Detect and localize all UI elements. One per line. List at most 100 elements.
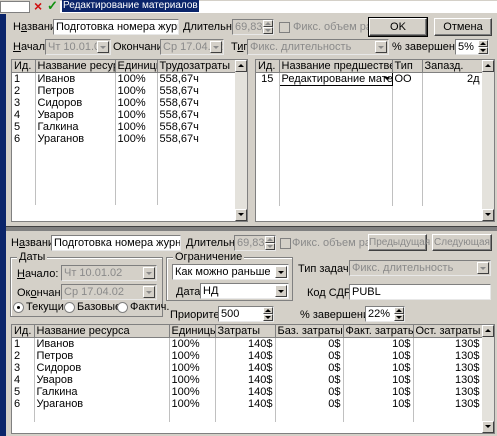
table-cell[interactable]: 140$ xyxy=(215,386,276,398)
edit-bar-left-field[interactable] xyxy=(0,1,30,13)
top-grid-scrollbar[interactable] xyxy=(235,60,247,221)
table-cell[interactable]: 100% xyxy=(169,337,216,350)
table-cell[interactable]: 558,67ч xyxy=(157,109,236,121)
top-duration-spinner[interactable] xyxy=(263,20,273,34)
scroll-up-button[interactable] xyxy=(482,60,494,72)
table-cell[interactable]: 10$ xyxy=(343,386,414,398)
table-cell[interactable]: 0$ xyxy=(275,337,344,350)
table-cell[interactable]: 0$ xyxy=(275,398,344,410)
pred-lag-cell[interactable]: 2д xyxy=(422,72,483,86)
pane-divider[interactable] xyxy=(6,226,497,231)
table-cell[interactable]: 10$ xyxy=(343,398,414,410)
scroll-up-button[interactable] xyxy=(235,60,247,72)
table-cell[interactable]: 10$ xyxy=(343,337,414,350)
table-cell[interactable]: 1 xyxy=(12,337,35,350)
table-cell[interactable]: Ураганов xyxy=(34,398,170,410)
table-cell[interactable]: 2 xyxy=(12,85,36,97)
table-row[interactable]: 2 Петров 100% 558,67ч xyxy=(12,85,236,97)
scroll-down-button[interactable] xyxy=(482,421,494,433)
constraint-date-select[interactable]: НД xyxy=(200,283,289,299)
column-header[interactable]: Название ресурса xyxy=(34,325,170,338)
bottom-percent-input[interactable]: 22% xyxy=(365,306,405,322)
column-header[interactable]: Затраты xyxy=(215,325,276,338)
table-cell[interactable]: Уваров xyxy=(34,374,170,386)
table-cell[interactable]: 100% xyxy=(115,121,158,133)
table-cell[interactable]: 100% xyxy=(169,362,216,374)
constraint-select[interactable]: Как можно раньше xyxy=(172,264,289,280)
table-cell[interactable]: 558,67ч xyxy=(157,97,236,109)
bottom-duration-spinner[interactable] xyxy=(265,236,275,250)
priority-input[interactable]: 500 xyxy=(218,306,274,322)
table-cell[interactable]: 100% xyxy=(115,97,158,109)
column-header[interactable]: Единицы xyxy=(115,60,158,73)
table-cell[interactable]: 0$ xyxy=(275,386,344,398)
table-cell[interactable]: 558,67ч xyxy=(157,121,236,133)
table-row[interactable]: 3 Сидоров 100% 140$ 0$ 10$ 130$ xyxy=(12,362,483,374)
table-cell[interactable]: 6 xyxy=(12,398,35,410)
pred-dropdown-icon[interactable] xyxy=(383,77,390,80)
table-cell[interactable]: 100% xyxy=(169,350,216,362)
scroll-up-button[interactable] xyxy=(482,325,494,337)
table-cell[interactable]: 10$ xyxy=(343,350,414,362)
bottom-finish-select[interactable]: Ср 17.04.02 xyxy=(61,284,157,300)
radio-actual[interactable] xyxy=(117,302,128,313)
column-header[interactable]: Запазд. xyxy=(422,60,483,73)
table-row[interactable]: 6 Ураганов 100% 558,67ч xyxy=(12,133,236,145)
table-cell[interactable]: 130$ xyxy=(413,337,483,350)
task-type-select[interactable]: Фикс. длительность xyxy=(349,260,491,276)
table-row[interactable]: 2 Петров 100% 140$ 0$ 10$ 130$ xyxy=(12,350,483,362)
table-row[interactable]: 5 Галкина 100% 558,67ч xyxy=(12,121,236,133)
table-cell[interactable]: 10$ xyxy=(343,374,414,386)
pred-name-cell[interactable]: Редактирование материа xyxy=(278,72,393,86)
top-percent-input[interactable]: 5% xyxy=(455,39,489,55)
table-cell[interactable]: 130$ xyxy=(413,386,483,398)
table-cell[interactable]: 100% xyxy=(169,374,216,386)
radio-current[interactable] xyxy=(13,302,24,313)
table-cell[interactable]: Ураганов xyxy=(35,133,116,145)
table-cell[interactable]: Галкина xyxy=(34,386,170,398)
table-cell[interactable]: Иванов xyxy=(34,337,170,350)
bottom-percent-spinner[interactable] xyxy=(394,307,404,321)
top-name-input[interactable]: Подготовка номера журнала к из xyxy=(53,19,179,35)
next-button[interactable]: Следующая xyxy=(432,234,492,251)
top-finish-select[interactable]: Ср 17.04.02 xyxy=(160,39,224,55)
table-cell[interactable]: 130$ xyxy=(413,398,483,410)
bottom-effort-checkbox[interactable] xyxy=(280,238,291,249)
edit-bar-field[interactable]: Редактирование материалов xyxy=(60,0,497,13)
table-cell[interactable]: 100% xyxy=(115,72,158,85)
empty-row[interactable] xyxy=(12,145,236,157)
table-cell[interactable]: 0$ xyxy=(275,350,344,362)
table-cell[interactable]: 4 xyxy=(12,374,35,386)
table-cell[interactable]: 130$ xyxy=(413,362,483,374)
top-effort-checkbox[interactable] xyxy=(279,22,290,33)
previous-button[interactable]: Предыдущая xyxy=(368,234,430,251)
table-cell[interactable]: 130$ xyxy=(413,374,483,386)
column-header[interactable]: Трудозатраты xyxy=(157,60,236,73)
table-cell[interactable]: 100% xyxy=(115,85,158,97)
table-cell[interactable]: 140$ xyxy=(215,398,276,410)
column-header[interactable]: Название ресурса xyxy=(35,60,116,73)
empty-row[interactable] xyxy=(12,181,236,193)
table-cell[interactable]: 100% xyxy=(115,109,158,121)
empty-row[interactable] xyxy=(12,410,483,422)
table-cell[interactable]: 3 xyxy=(12,362,35,374)
table-cell[interactable]: 5 xyxy=(12,121,36,133)
column-header[interactable]: Единицы xyxy=(169,325,216,338)
table-row[interactable]: 4 Уваров 100% 558,67ч xyxy=(12,109,236,121)
table-cell[interactable]: Петров xyxy=(35,85,116,97)
table-row[interactable]: 3 Сидоров 100% 558,67ч xyxy=(12,97,236,109)
column-header[interactable]: Ид. xyxy=(12,325,35,338)
table-cell[interactable]: Уваров xyxy=(35,109,116,121)
pred-type-cell[interactable]: ОО xyxy=(392,72,423,86)
table-cell[interactable]: 558,67ч xyxy=(157,85,236,97)
cancel-button[interactable]: Отмена xyxy=(434,18,492,36)
bottom-grid-scrollbar[interactable] xyxy=(482,325,494,433)
column-header[interactable]: Факт. затраты xyxy=(343,325,414,338)
scroll-down-button[interactable] xyxy=(482,209,494,221)
column-header[interactable]: Ид. xyxy=(256,60,280,73)
table-cell[interactable]: 5 xyxy=(12,386,35,398)
column-header[interactable]: Баз. затраты xyxy=(275,325,344,338)
table-cell[interactable]: 558,67ч xyxy=(157,72,236,85)
bottom-start-select[interactable]: Чт 10.01.02 xyxy=(61,265,157,281)
table-cell[interactable]: 4 xyxy=(12,109,36,121)
